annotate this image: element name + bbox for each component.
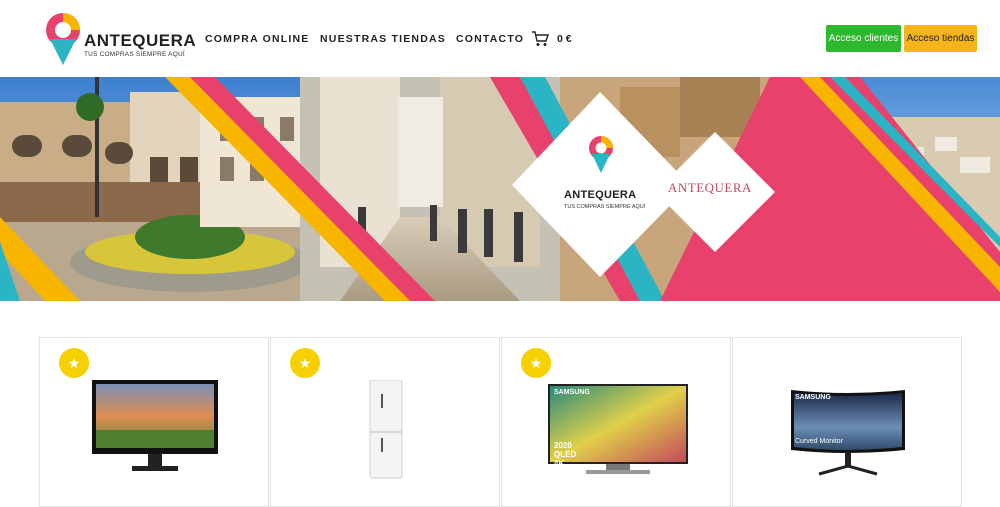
cart-button[interactable]: 0 € [531, 30, 572, 47]
featured-products: ★ ★ ★ SAMSUNG 2020 QLED 4K SAMSUNG Curve… [39, 337, 963, 507]
nav-compra-online[interactable]: COMPRA ONLINE [205, 33, 309, 45]
product-card-fridge[interactable]: ★ [270, 337, 500, 507]
hero-banner-image [0, 77, 1000, 301]
product-card-curved-monitor[interactable]: SAMSUNG Curved Monitor [732, 337, 962, 507]
tv-screen-text: 2020 QLED 4K [554, 441, 577, 468]
product-card-monitor[interactable]: ★ [39, 337, 269, 507]
shopping-cart-icon [532, 31, 549, 46]
brand-tagline: TUS COMPRAS SIEMPRE AQUÍ [84, 51, 185, 58]
star-icon: ★ [521, 348, 551, 378]
fridge-image [369, 380, 403, 479]
access-clients-button[interactable]: Acceso clientes [826, 25, 901, 52]
curved-monitor-screen-text: Curved Monitor [795, 438, 843, 445]
tv-brand-label: SAMSUNG [554, 389, 590, 396]
monitor-image [92, 380, 218, 471]
product-card-tv[interactable]: ★ SAMSUNG 2020 QLED 4K [501, 337, 731, 507]
curved-monitor-brand: SAMSUNG [795, 394, 831, 401]
banner-brand-name: ANTEQUERA [564, 189, 637, 201]
nav-contacto[interactable]: CONTACTO [456, 33, 524, 45]
nav-nuestras-tiendas[interactable]: NUESTRAS TIENDAS [320, 33, 446, 45]
cart-amount: 0 € [557, 32, 572, 45]
star-icon: ★ [290, 348, 320, 378]
star-icon: ★ [59, 348, 89, 378]
hero-banner: ANTEQUERA TUS COMPRAS SIEMPRE AQUÍ ANTEQ… [0, 77, 1000, 301]
brand-name: ANTEQUERA [84, 31, 197, 50]
access-stores-button[interactable]: Acceso tiendas [904, 25, 977, 52]
location-pin-icon [46, 13, 80, 65]
banner-secondary-brand: ANTEQUERA [668, 180, 752, 195]
curved-monitor-image [791, 390, 905, 476]
banner-brand-tagline: TUS COMPRAS SIEMPRE AQUÍ [564, 204, 646, 210]
site-header: ANTEQUERA TUS COMPRAS SIEMPRE AQUÍ COMPR… [0, 0, 1000, 77]
brand-logo[interactable]: ANTEQUERA TUS COMPRAS SIEMPRE AQUÍ [44, 11, 196, 67]
